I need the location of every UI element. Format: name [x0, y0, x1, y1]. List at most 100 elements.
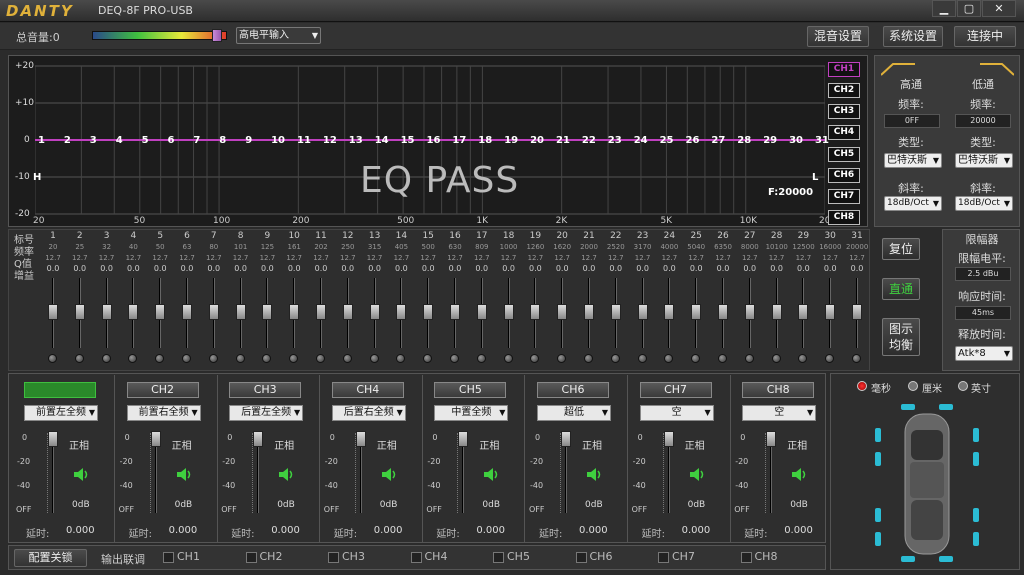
band-slider-handle[interactable]	[182, 304, 192, 320]
band-slider-handle[interactable]	[718, 304, 728, 320]
delay-value[interactable]: 0.000	[784, 525, 813, 536]
band-freq[interactable]: 8000	[739, 243, 761, 251]
band-slider-handle[interactable]	[369, 304, 380, 320]
eq-point-21[interactable]: 21	[556, 135, 570, 146]
band-q[interactable]: 12.7	[685, 254, 707, 262]
band-enable-dot[interactable]	[637, 354, 647, 363]
graph-ch3-button[interactable]: CH3	[828, 104, 860, 119]
band-freq[interactable]: 809	[471, 243, 493, 251]
speaker-icon[interactable]	[484, 468, 498, 481]
phase-label[interactable]: 正相	[377, 437, 397, 452]
band-freq[interactable]: 250	[337, 243, 359, 251]
band-freq[interactable]: 1620	[551, 243, 573, 251]
delay-value[interactable]: 0.000	[476, 525, 505, 536]
band-slider-handle[interactable]	[798, 304, 809, 320]
band-q[interactable]: 12.7	[792, 254, 814, 262]
hp-slope-select[interactable]: 18dB/Oct ▼	[884, 196, 942, 211]
band-freq[interactable]: 10100	[766, 243, 788, 251]
band-q[interactable]: 12.7	[122, 254, 144, 262]
band-freq[interactable]: 16000	[819, 243, 841, 251]
band-slider-handle[interactable]	[316, 304, 326, 320]
link-checkbox-ch8[interactable]	[740, 552, 752, 563]
band-q[interactable]: 12.7	[578, 254, 600, 262]
band-freq[interactable]: 50	[149, 243, 171, 251]
band-gain[interactable]: 0.0	[42, 264, 64, 273]
output-channel-name-button[interactable]: CH7	[639, 382, 712, 398]
band-q[interactable]: 12.7	[230, 254, 252, 262]
delay-value[interactable]: 0.000	[374, 525, 403, 536]
link-checkbox-ch6[interactable]	[575, 552, 587, 563]
band-slider-handle[interactable]	[825, 304, 836, 320]
band-q[interactable]: 12.7	[149, 254, 171, 262]
band-q[interactable]: 12.7	[498, 254, 520, 262]
band-q[interactable]: 12.7	[69, 254, 91, 262]
phase-label[interactable]: 正相	[172, 437, 192, 452]
speaker-icon[interactable]	[587, 468, 601, 481]
band-freq[interactable]: 4000	[658, 243, 680, 251]
band-freq[interactable]: 32	[96, 243, 118, 251]
band-slider-handle[interactable]	[637, 304, 648, 320]
band-slider-handle[interactable]	[342, 304, 353, 320]
band-gain[interactable]: 0.0	[364, 264, 386, 273]
eq-point-8[interactable]: 8	[219, 135, 226, 146]
band-slider-handle[interactable]	[744, 304, 755, 320]
band-gain[interactable]: 0.0	[471, 264, 493, 273]
band-freq[interactable]: 20000	[846, 243, 868, 251]
delay-value[interactable]: 0.000	[271, 525, 300, 536]
system-settings-button[interactable]: 系统设置	[883, 26, 943, 47]
volume-slider-handle[interactable]	[253, 431, 264, 447]
band-gain[interactable]: 0.0	[230, 264, 252, 273]
eq-point-25[interactable]: 25	[660, 135, 674, 146]
band-freq[interactable]: 5040	[685, 243, 707, 251]
band-q[interactable]: 12.7	[42, 254, 64, 262]
channel-assign-select[interactable]: 超低 ▼	[537, 405, 611, 421]
band-gain[interactable]: 0.0	[176, 264, 198, 273]
band-q[interactable]: 12.7	[256, 254, 278, 262]
eq-point-11[interactable]: 11	[297, 135, 311, 146]
eq-point-3[interactable]: 3	[90, 135, 97, 146]
ms-radio[interactable]	[857, 381, 867, 391]
band-gain[interactable]: 0.0	[283, 264, 305, 273]
eq-point-15[interactable]: 15	[401, 135, 415, 146]
band-enable-dot[interactable]	[182, 354, 191, 363]
band-q[interactable]: 12.7	[551, 254, 573, 262]
lp-freq-input[interactable]: 20000	[955, 114, 1011, 128]
eq-point-20[interactable]: 20	[530, 135, 544, 146]
band-gain[interactable]: 0.0	[685, 264, 707, 273]
channel-assign-select[interactable]: 空 ▼	[639, 405, 714, 421]
master-volume-slider[interactable]	[92, 29, 227, 42]
band-slider-handle[interactable]	[262, 304, 273, 320]
band-gain[interactable]: 0.0	[203, 264, 225, 273]
eq-point-31[interactable]: 31	[815, 135, 829, 146]
band-gain[interactable]: 0.0	[792, 264, 814, 273]
band-q[interactable]: 12.7	[96, 254, 118, 262]
band-freq[interactable]: 315	[364, 243, 386, 251]
cm-radio[interactable]	[908, 381, 918, 391]
band-enable-dot[interactable]	[369, 354, 379, 363]
graph-ch4-button[interactable]: CH4	[828, 125, 860, 140]
eq-point-30[interactable]: 30	[789, 135, 803, 146]
band-slider-handle[interactable]	[128, 304, 139, 320]
band-q[interactable]: 12.7	[390, 254, 412, 262]
band-slider-handle[interactable]	[396, 304, 407, 320]
band-slider-handle[interactable]	[423, 304, 434, 320]
channel-assign-select[interactable]: 中置全频 ▼	[434, 405, 509, 421]
graph-ch5-button[interactable]: CH5	[828, 147, 860, 162]
band-slider-handle[interactable]	[664, 304, 675, 320]
band-enable-dot[interactable]	[208, 354, 218, 363]
band-gain[interactable]: 0.0	[739, 264, 761, 273]
band-freq[interactable]: 80	[203, 243, 225, 251]
band-enable-dot[interactable]	[450, 354, 459, 363]
band-gain[interactable]: 0.0	[819, 264, 841, 273]
eq-point-28[interactable]: 28	[737, 135, 751, 146]
eq-point-16[interactable]: 16	[427, 135, 441, 146]
band-enable-dot[interactable]	[744, 354, 754, 363]
output-channel-name-button[interactable]: CH6	[537, 382, 609, 398]
phase-label[interactable]: 正相	[69, 437, 89, 452]
band-enable-dot[interactable]	[718, 354, 727, 363]
speaker-icon[interactable]	[381, 468, 396, 481]
band-slider-handle[interactable]	[476, 304, 487, 320]
band-slider-handle[interactable]	[771, 304, 782, 320]
band-q[interactable]: 12.7	[766, 254, 788, 262]
attack-input[interactable]: 45ms	[955, 306, 1011, 320]
